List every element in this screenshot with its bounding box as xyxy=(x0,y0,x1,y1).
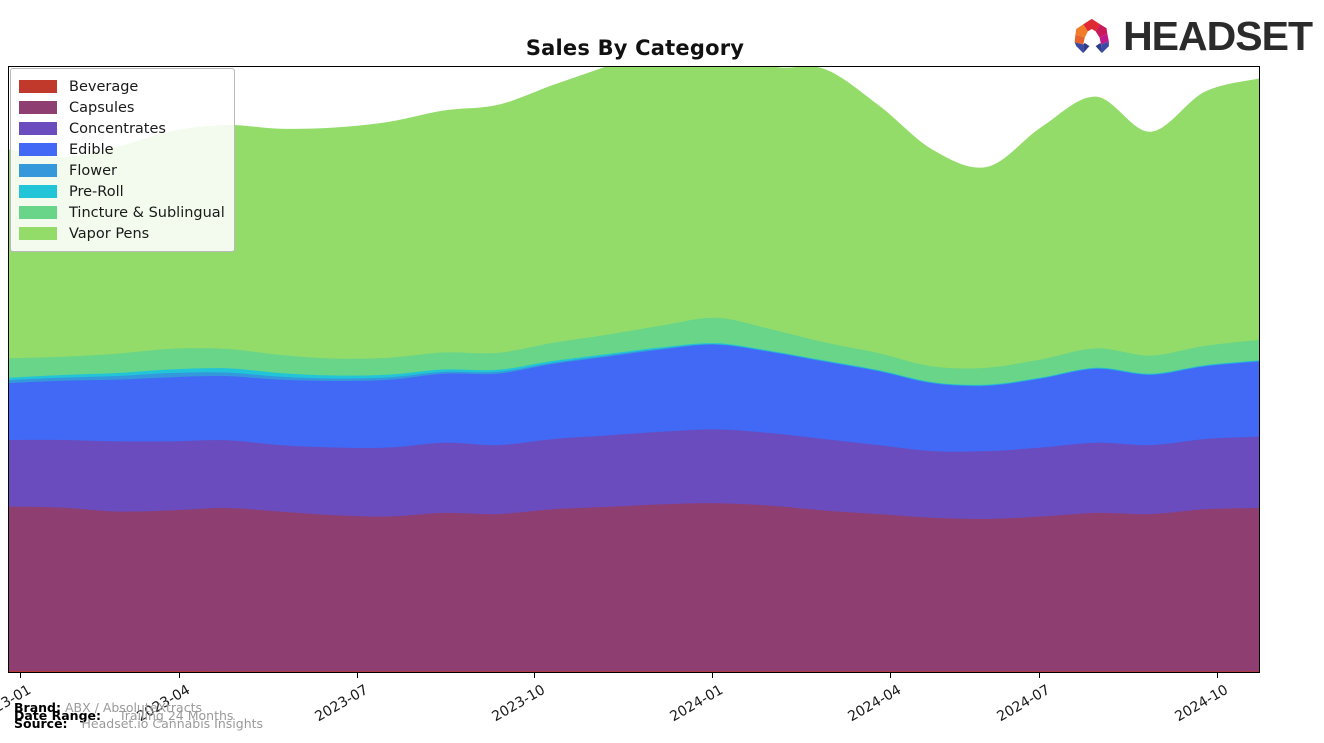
x-axis-tick xyxy=(179,673,180,678)
x-axis-tick xyxy=(1217,673,1218,678)
legend-swatch-icon xyxy=(19,80,57,93)
legend-swatch-icon xyxy=(19,227,57,240)
footer-source-value: Headset.io Cannabis Insights xyxy=(81,716,264,731)
legend-item-label: Vapor Pens xyxy=(69,225,150,242)
legend-item[interactable]: Pre-Roll xyxy=(19,181,225,202)
area-band-capsules xyxy=(9,503,1259,672)
x-axis-tick xyxy=(712,673,713,678)
legend-item[interactable]: Vapor Pens xyxy=(19,223,225,244)
headset-logo: HEADSET xyxy=(1070,8,1313,64)
chart-legend: Beverage Capsules Concentrates Edible Flower… xyxy=(10,68,235,252)
legend-item[interactable]: Concentrates xyxy=(19,118,225,139)
legend-item-label: Edible xyxy=(69,141,114,158)
legend-item-label: Concentrates xyxy=(69,120,166,137)
x-axis-tick xyxy=(534,673,535,678)
legend-item[interactable]: Beverage xyxy=(19,76,225,97)
footer-source-key: Source: xyxy=(14,716,68,731)
x-axis-tick xyxy=(1039,673,1040,678)
legend-swatch-icon xyxy=(19,164,57,177)
legend-swatch-icon xyxy=(19,143,57,156)
x-axis-tick-label: 2024-07 xyxy=(994,682,1053,726)
legend-item[interactable]: Flower xyxy=(19,160,225,181)
chart-page: Sales By Category HEADSET Beverage Capsul… xyxy=(0,0,1324,743)
legend-swatch-icon xyxy=(19,185,57,198)
legend-item[interactable]: Capsules xyxy=(19,97,225,118)
legend-swatch-icon xyxy=(19,101,57,114)
footer-source: Source: Headset.io Cannabis Insights xyxy=(14,716,263,731)
x-axis-tick-label: 2024-04 xyxy=(845,682,904,726)
legend-item-label: Tincture & Sublingual xyxy=(69,204,225,221)
legend-item[interactable]: Tincture & Sublingual xyxy=(19,202,225,223)
legend-item-label: Beverage xyxy=(69,78,139,95)
logo-text: HEADSET xyxy=(1123,12,1313,59)
x-axis-tick xyxy=(357,673,358,678)
x-axis-tick-label: 2024-01 xyxy=(667,682,726,726)
legend-swatch-icon xyxy=(19,122,57,135)
headset-ring-icon xyxy=(1074,18,1109,54)
footer-notes: Brand: ABX / AbsoluteXtracts Date Range:… xyxy=(14,700,634,740)
legend-item-label: Flower xyxy=(69,162,117,179)
x-axis-tick xyxy=(20,673,21,678)
legend-item-label: Pre-Roll xyxy=(69,183,124,200)
x-axis-tick-label: 2024-10 xyxy=(1172,682,1231,726)
legend-swatch-icon xyxy=(19,206,57,219)
x-axis-tick xyxy=(890,673,891,678)
legend-item[interactable]: Edible xyxy=(19,139,225,160)
legend-item-label: Capsules xyxy=(69,99,135,116)
